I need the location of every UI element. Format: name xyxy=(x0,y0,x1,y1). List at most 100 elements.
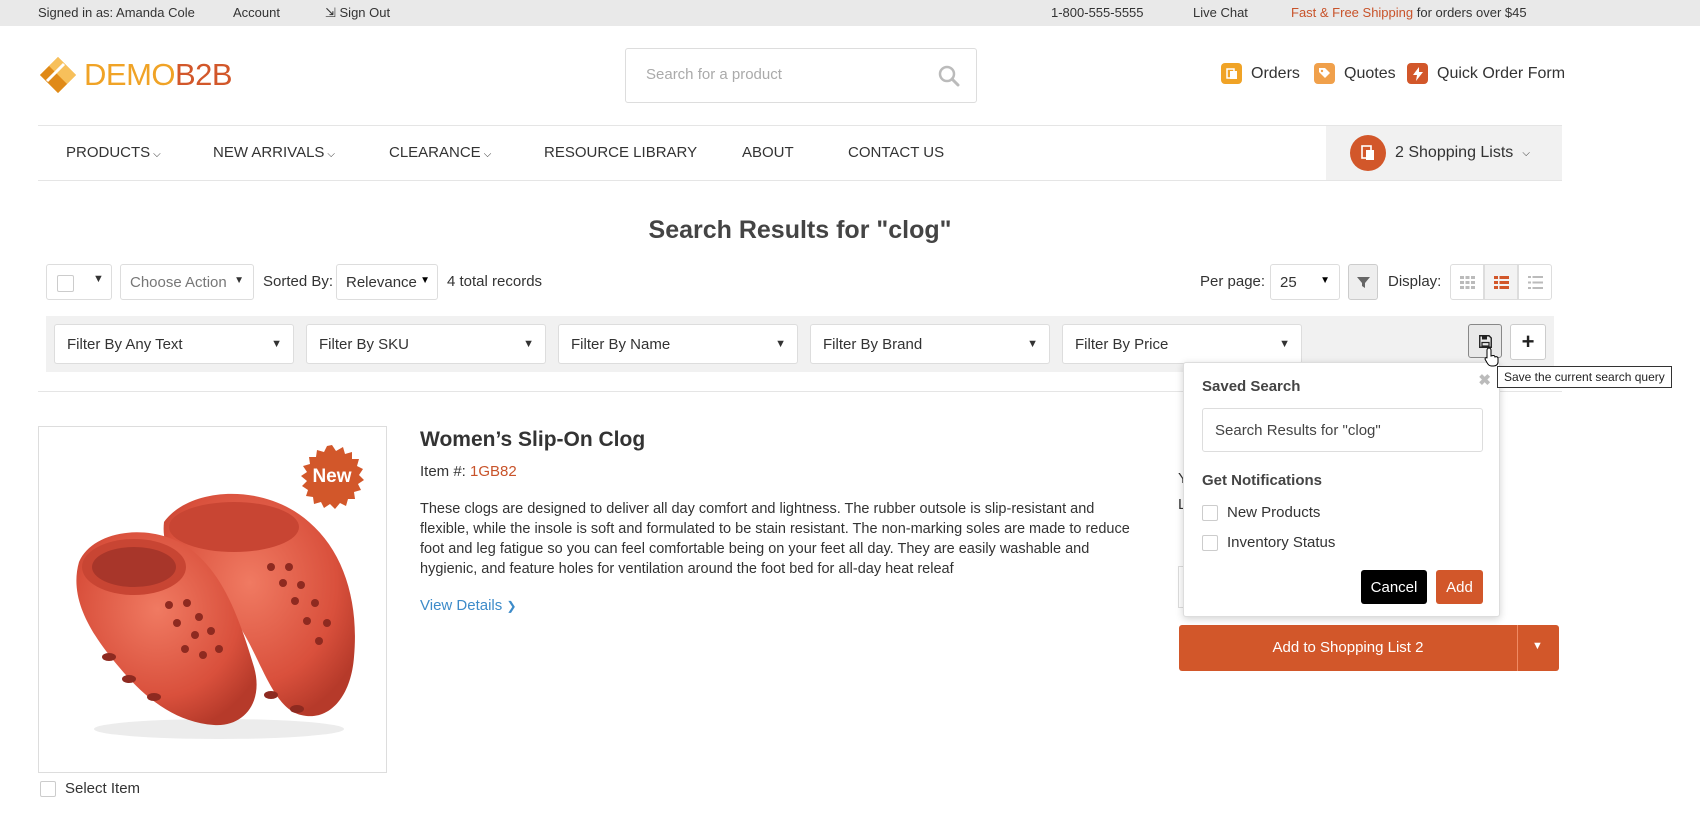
caret-down-icon: ▼ xyxy=(271,338,282,350)
item-number-label: Item #: xyxy=(420,463,471,480)
filter-brand[interactable]: Filter By Brand ▼ xyxy=(810,324,1050,364)
tag-icon xyxy=(1314,63,1335,84)
add-to-shopping-list-button[interactable]: Add to Shopping List 2 ▼ xyxy=(1179,625,1559,671)
filter-toggle-button[interactable] xyxy=(1348,264,1378,300)
nav-label: NEW ARRIVALS xyxy=(213,144,325,161)
inventory-status-option[interactable]: Inventory Status xyxy=(1202,534,1335,551)
display-compact-button[interactable] xyxy=(1518,264,1552,300)
nav-item-resource-library[interactable]: RESOURCE LIBRARY xyxy=(544,144,697,161)
chevron-down-icon: ⌵ xyxy=(153,149,161,160)
nav-item-new-arrivals[interactable]: NEW ARRIVALS ⌵ xyxy=(213,144,335,161)
nav-label: CLEARANCE xyxy=(389,144,481,161)
select-item[interactable]: Select Item xyxy=(40,780,140,797)
caret-down-icon: ▼ xyxy=(420,275,430,286)
add-filter-button[interactable]: + xyxy=(1510,324,1546,360)
per-page-label: Per page: xyxy=(1200,273,1266,290)
orders-link[interactable]: Orders xyxy=(1221,63,1300,84)
signed-in-text: Signed in as: Amanda Cole xyxy=(38,5,195,20)
filter-price[interactable]: Filter By Price ▼ xyxy=(1062,324,1302,364)
saved-search-name-input[interactable] xyxy=(1202,408,1483,452)
search-icon[interactable] xyxy=(938,65,960,87)
sign-out-label: Sign Out xyxy=(339,5,391,20)
add-button[interactable]: Add xyxy=(1436,570,1483,604)
quotes-link[interactable]: Quotes xyxy=(1314,63,1396,84)
page-title: Search Results for "clog" xyxy=(648,216,952,244)
inventory-status-checkbox[interactable] xyxy=(1202,534,1218,551)
inventory-status-label: Inventory Status xyxy=(1227,534,1336,551)
filter-any-text[interactable]: Filter By Any Text ▼ xyxy=(54,324,294,364)
orders-icon xyxy=(1221,63,1242,84)
filter-label: Filter By SKU xyxy=(319,336,410,353)
funnel-icon xyxy=(1356,276,1370,288)
chevron-right-icon: ❯ xyxy=(506,599,517,613)
display-grid-button[interactable] xyxy=(1450,264,1484,300)
sign-out-icon: ⇲ xyxy=(325,5,340,20)
saved-search-popover: ✖ Saved Search Get Notifications New Pro… xyxy=(1183,362,1500,617)
new-products-option[interactable]: New Products xyxy=(1202,504,1320,521)
filter-sku[interactable]: Filter By SKU ▼ xyxy=(306,324,546,364)
total-records: 4 total records xyxy=(447,273,543,290)
account-link[interactable]: Account xyxy=(233,5,280,20)
shipping-promo: Fast & Free Shipping for orders over $45 xyxy=(1291,5,1527,20)
save-search-tooltip: Save the current search query xyxy=(1497,366,1672,388)
shipping-link[interactable]: Fast & Free Shipping xyxy=(1291,5,1413,20)
add-to-shopping-list-label: Add to Shopping List 2 xyxy=(1272,639,1424,656)
filter-name[interactable]: Filter By Name ▼ xyxy=(558,324,798,364)
orders-label: Orders xyxy=(1251,64,1300,82)
quick-order-link[interactable]: Quick Order Form xyxy=(1407,63,1565,84)
shopping-lists-label: 2 Shopping Lists xyxy=(1395,144,1514,161)
caret-down-icon: ▼ xyxy=(234,275,244,286)
choose-action-label: Choose Action xyxy=(130,274,227,291)
button-separator xyxy=(1517,625,1518,671)
caret-down-icon[interactable]: ▼ xyxy=(93,273,104,285)
nav-item-contact-us[interactable]: CONTACT US xyxy=(848,144,944,161)
item-sku: 1GB82 xyxy=(470,463,517,480)
main-nav: PRODUCTS ⌵ NEW ARRIVALS ⌵ CLEARANCE ⌵ RESOU… xyxy=(38,125,1562,181)
live-chat-link[interactable]: Live Chat xyxy=(1193,5,1248,20)
quotes-label: Quotes xyxy=(1344,64,1396,82)
new-products-label: New Products xyxy=(1227,504,1321,521)
select-item-checkbox[interactable] xyxy=(40,780,56,797)
caret-down-icon[interactable]: ▼ xyxy=(1532,640,1543,652)
sort-value: Relevance xyxy=(346,274,417,291)
logo[interactable]: DEMOB2B xyxy=(38,55,233,95)
cancel-button[interactable]: Cancel xyxy=(1361,570,1427,604)
new-badge-label: New xyxy=(312,466,352,487)
product-search xyxy=(625,48,977,103)
search-input[interactable] xyxy=(646,66,916,83)
view-details-label: View Details xyxy=(420,597,503,614)
display-label: Display: xyxy=(1388,273,1442,290)
chevron-down-icon: ⌵ xyxy=(327,149,336,160)
hand-cursor-icon xyxy=(1484,347,1499,367)
select-all-checkbox[interactable] xyxy=(57,275,74,292)
shipping-text: for orders over $45 xyxy=(1413,5,1527,20)
nav-item-clearance[interactable]: CLEARANCE ⌵ xyxy=(389,144,491,161)
sign-out-link[interactable]: ⇲ Sign Out xyxy=(325,5,390,21)
list-icon xyxy=(1527,275,1543,289)
sorted-by-label: Sorted By: xyxy=(263,273,334,290)
top-bar: Signed in as: Amanda Cole Account ⇲ Sign… xyxy=(0,0,1700,26)
phone-number[interactable]: 1-800-555-5555 xyxy=(1051,5,1144,20)
nav-item-products[interactable]: PRODUCTS ⌵ xyxy=(66,144,161,161)
display-list-button[interactable] xyxy=(1484,264,1518,300)
close-icon[interactable]: ✖ xyxy=(1478,371,1491,389)
caret-down-icon: ▼ xyxy=(1279,338,1290,350)
choose-action-dropdown[interactable]: Choose Action ▼ xyxy=(120,264,254,300)
sort-dropdown[interactable]: Relevance ▼ xyxy=(336,264,438,300)
nav-item-about[interactable]: ABOUT xyxy=(742,144,794,161)
caret-down-icon: ▼ xyxy=(1027,338,1038,350)
per-page-value: 25 xyxy=(1280,274,1297,291)
filter-label: Filter By Brand xyxy=(823,336,923,353)
per-page-dropdown[interactable]: 25 ▼ xyxy=(1270,264,1340,300)
view-details-link[interactable]: View Details ❯ xyxy=(420,597,517,614)
filter-label: Filter By Name xyxy=(571,336,671,353)
filter-label: Filter By Price xyxy=(1075,336,1169,353)
select-all-group: ▼ xyxy=(46,264,112,300)
logo-text-demo: DEMO xyxy=(84,57,176,92)
product-title[interactable]: Women’s Slip-On Clog xyxy=(420,428,645,452)
new-badge: New xyxy=(300,445,364,509)
logo-mark-icon xyxy=(40,57,76,93)
shopping-lists-dropdown[interactable]: 2 Shopping Lists ⌵ xyxy=(1326,126,1562,180)
new-products-checkbox[interactable] xyxy=(1202,504,1218,521)
plus-icon: + xyxy=(1521,329,1535,354)
